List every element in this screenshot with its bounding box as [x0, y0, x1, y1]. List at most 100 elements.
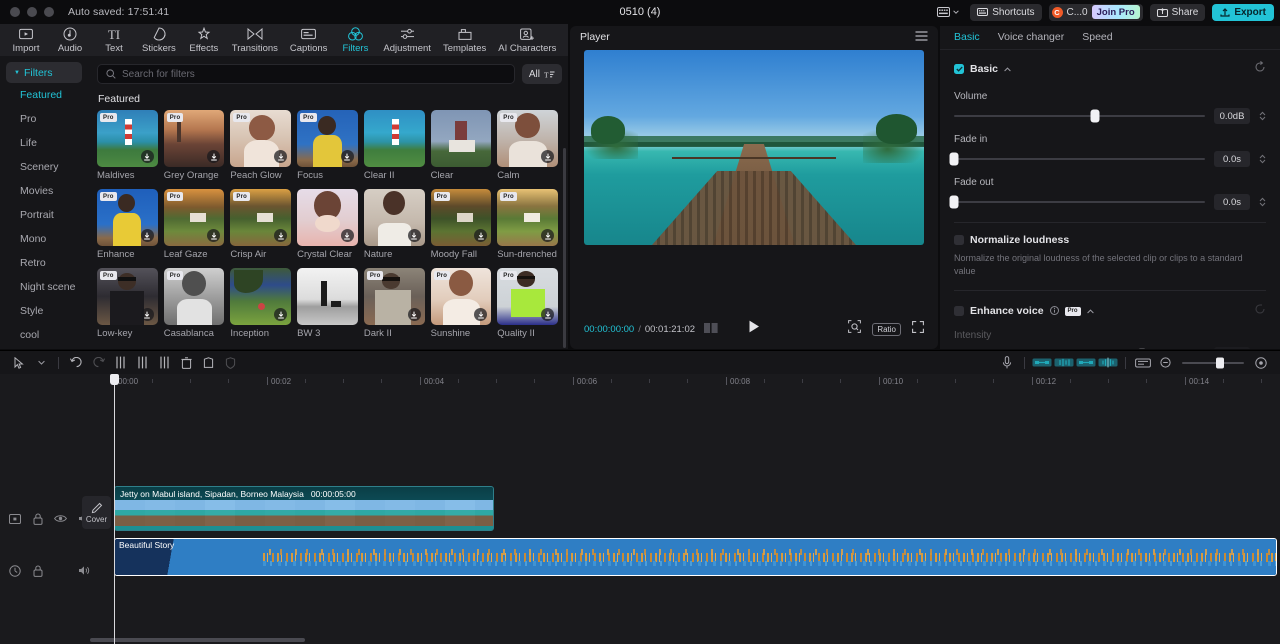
sidebar-item-scenery[interactable]: Scenery [6, 155, 82, 179]
module-tab-text[interactable]: TI Text [92, 26, 136, 55]
timeline-zoom-knob[interactable] [1216, 357, 1225, 368]
search-input-wrapper[interactable] [97, 64, 515, 84]
module-tab-transitions[interactable]: Transitions [226, 26, 284, 54]
module-tab-import[interactable]: Import [4, 26, 48, 54]
info-icon[interactable] [1049, 302, 1059, 320]
browser-scrollbar[interactable] [563, 148, 566, 348]
filter-card[interactable]: Clear [430, 110, 492, 184]
sidebar-header-filters[interactable]: ▼ Filters [6, 62, 82, 83]
timeline-ruler[interactable]: 00:00 00:02 00:04 00:06 00:08 00:10 00:1… [0, 374, 1280, 388]
mute-icon[interactable] [77, 564, 90, 577]
fade-in-value[interactable]: 0.0s [1214, 151, 1250, 167]
sidebar-item-portrait[interactable]: Portrait [6, 203, 82, 227]
download-icon[interactable] [541, 229, 554, 242]
timeline-zoom-slider[interactable] [1182, 357, 1244, 368]
fade-in-slider[interactable] [949, 152, 1205, 166]
tab-speed[interactable]: Speed [1082, 31, 1112, 44]
play-icon[interactable] [748, 320, 760, 338]
tab-voice-changer[interactable]: Voice changer [998, 31, 1065, 44]
filter-card[interactable]: Pro Peach Glow [230, 110, 292, 184]
video-preview[interactable] [584, 50, 924, 245]
lock-icon[interactable] [31, 512, 44, 525]
timeline-horizontal-scrollbar[interactable] [90, 638, 305, 642]
search-input[interactable] [122, 68, 506, 80]
fade-out-stepper[interactable] [1259, 197, 1266, 207]
keyboard-layout-selector[interactable] [933, 7, 963, 17]
audio-clip[interactable]: Beautiful Story [114, 538, 1277, 576]
mask-icon[interactable] [219, 352, 241, 374]
volume-value[interactable]: 0.0dB [1214, 108, 1250, 124]
filter-card[interactable]: Nature [363, 189, 425, 263]
audio-split-icon[interactable] [1097, 352, 1119, 374]
enhance-voice-checkbox[interactable] [954, 306, 964, 317]
filter-card[interactable]: Pro Sun-drenched [497, 189, 558, 263]
download-icon[interactable] [541, 308, 554, 321]
filter-card[interactable]: Pro Quality II [497, 268, 558, 342]
reset-icon[interactable] [1254, 60, 1266, 78]
pointer-icon[interactable] [8, 352, 30, 374]
download-icon[interactable] [340, 229, 354, 242]
filter-card[interactable]: Pro Maldives [97, 110, 158, 184]
sidebar-item-cool[interactable]: cool [6, 323, 82, 347]
trim-end-icon[interactable] [153, 352, 175, 374]
download-icon[interactable] [407, 308, 421, 321]
sidebar-item-movies[interactable]: Movies [6, 179, 82, 203]
download-icon[interactable] [541, 150, 554, 163]
minimize-window-button[interactable] [27, 7, 37, 17]
redo-icon[interactable] [87, 352, 109, 374]
filter-card[interactable]: Pro Leaf Gaze [163, 189, 225, 263]
tab-basic[interactable]: Basic [954, 31, 980, 44]
filter-card[interactable]: Clear II [363, 110, 425, 184]
crop-icon[interactable] [197, 352, 219, 374]
module-tab-filters[interactable]: Filters [333, 26, 377, 54]
filter-card[interactable]: Pro Crisp Air [230, 189, 292, 263]
lock-icon[interactable] [31, 564, 44, 577]
filter-card[interactable]: Pro Grey Orange [163, 110, 225, 184]
share-button[interactable]: Share [1149, 3, 1206, 21]
sidebar-item-life[interactable]: Life [6, 131, 82, 155]
filter-sort-button[interactable]: All T [521, 64, 562, 84]
filter-card[interactable]: Pro Casablanca [163, 268, 225, 342]
volume-knob[interactable] [1090, 109, 1100, 123]
playhead-handle[interactable] [110, 374, 119, 385]
download-icon[interactable] [140, 308, 154, 321]
sidebar-item-pro[interactable]: Pro [6, 107, 82, 131]
hamburger-icon[interactable] [915, 30, 928, 44]
undo-icon[interactable] [65, 352, 87, 374]
filter-card[interactable]: Pro Low-key [97, 268, 158, 342]
fade-out-slider[interactable] [949, 195, 1205, 209]
download-icon[interactable] [407, 229, 421, 242]
chevron-up-icon[interactable] [1086, 308, 1094, 314]
sidebar-item-style[interactable]: Style [6, 299, 82, 323]
delete-icon[interactable] [175, 352, 197, 374]
intensity-value[interactable]: 75 [1214, 347, 1250, 349]
auto-beat-icon[interactable] [1053, 352, 1075, 374]
filter-card[interactable]: Crystal Clear [297, 189, 358, 263]
window-controls[interactable]: Auto saved: 17:51:41 [0, 6, 169, 18]
cover-button[interactable]: Cover [82, 496, 111, 529]
fade-out-knob[interactable] [949, 195, 959, 209]
split-icon[interactable] [109, 352, 131, 374]
filter-card[interactable]: Pro Sunshine [430, 268, 492, 342]
audio-stretch-icon[interactable] [1075, 352, 1097, 374]
eye-icon[interactable] [54, 512, 67, 525]
download-icon[interactable] [140, 229, 154, 242]
download-icon[interactable] [340, 150, 354, 163]
close-window-button[interactable] [10, 7, 20, 17]
credits-badge[interactable]: C C...0 Join Pro [1048, 3, 1143, 21]
playhead[interactable] [110, 374, 119, 644]
speed-icon[interactable] [8, 564, 21, 577]
basic-enable-checkbox[interactable] [954, 64, 964, 74]
module-tab-captions[interactable]: Captions [284, 26, 334, 54]
track-thumb-icon[interactable] [8, 512, 21, 525]
fade-in-stepper[interactable] [1259, 154, 1266, 164]
export-button[interactable]: Export [1212, 3, 1274, 21]
maximize-window-button[interactable] [44, 7, 54, 17]
filter-card[interactable]: Pro Moody Fall [430, 189, 492, 263]
filter-card[interactable]: BW 3 [297, 268, 358, 342]
download-icon[interactable] [140, 150, 154, 163]
filter-card[interactable]: Pro Calm [497, 110, 558, 184]
module-tab-adjustment[interactable]: Adjustment [377, 26, 437, 54]
module-tab-audio[interactable]: Audio [48, 26, 92, 54]
sidebar-item-retro[interactable]: Retro [6, 251, 82, 275]
